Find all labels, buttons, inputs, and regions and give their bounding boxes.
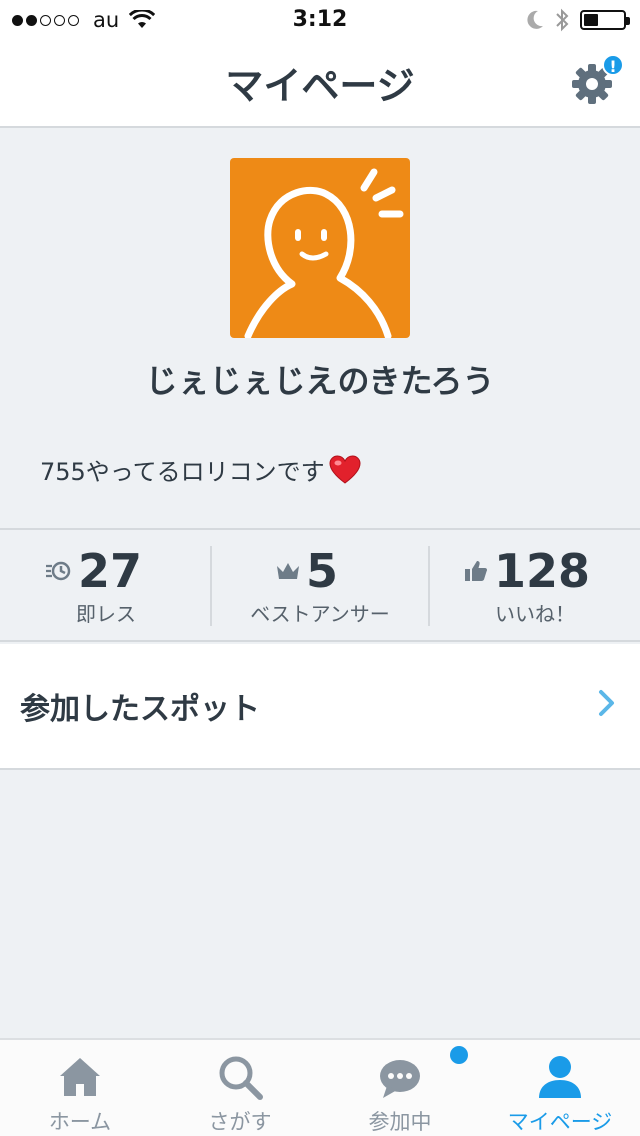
tab-search[interactable]: さがす (160, 1040, 320, 1136)
username: じぇじぇじえのきたろう (145, 362, 495, 400)
tab-label: さがす (208, 1110, 272, 1134)
stat-label: ベストアンサー (250, 602, 390, 626)
home-icon (60, 1058, 100, 1096)
stat-value: 5 (306, 544, 339, 598)
tab-mypage[interactable]: マイページ (480, 1040, 640, 1136)
page-title: マイページ (225, 64, 415, 108)
joined-spots-row[interactable]: 参加したスポット (0, 644, 640, 770)
tab-bar: ホーム さがす 参加中 マイページ (0, 1038, 640, 1136)
chevron-right-icon (599, 690, 614, 716)
tab-home[interactable]: ホーム (0, 1040, 160, 1136)
stat-label: いいね！ (495, 602, 575, 626)
navigation-bar: マイページ ! (0, 40, 640, 128)
status-bar: au 3:12 (0, 0, 640, 40)
stats-bar: 27 即レス 5 ベストアンサー 128 いいね！ (0, 528, 640, 642)
stat-value: 27 (78, 544, 143, 598)
thumbs-up-icon (465, 561, 487, 581)
avatar[interactable] (230, 158, 410, 338)
crown-icon (277, 563, 299, 579)
tab-label: マイページ (507, 1110, 613, 1134)
stat-likes[interactable]: 128 いいね！ (430, 530, 640, 642)
notification-badge: ! (602, 54, 624, 76)
chat-bubble-icon (380, 1060, 420, 1098)
stat-value: 128 (494, 544, 591, 598)
battery-icon (580, 10, 630, 30)
bio-text: 755やってるロリコンです (40, 458, 325, 486)
tab-label: ホーム (48, 1110, 112, 1134)
stat-instant-reply[interactable]: 27 即レス (0, 530, 212, 642)
bluetooth-icon (556, 8, 569, 32)
profile-bio: 755やってるロリコンです (40, 452, 361, 487)
stat-label: 即レス (76, 602, 136, 626)
joined-spots-label: 参加したスポット (20, 692, 260, 727)
instant-reply-icon (46, 561, 71, 581)
avatar-illustration (230, 158, 410, 338)
tab-notification-dot (450, 1046, 468, 1064)
search-icon (219, 1056, 263, 1100)
moon-icon (527, 10, 543, 29)
status-right (524, 7, 630, 33)
profile-section: じぇじぇじえのきたろう 755やってるロリコンです (0, 130, 640, 528)
stat-best-answer[interactable]: 5 ベストアンサー (212, 530, 428, 642)
heart-icon (329, 454, 361, 484)
settings-button[interactable]: ! (570, 54, 624, 106)
tab-label: 参加中 (368, 1110, 432, 1134)
person-icon (539, 1056, 581, 1098)
